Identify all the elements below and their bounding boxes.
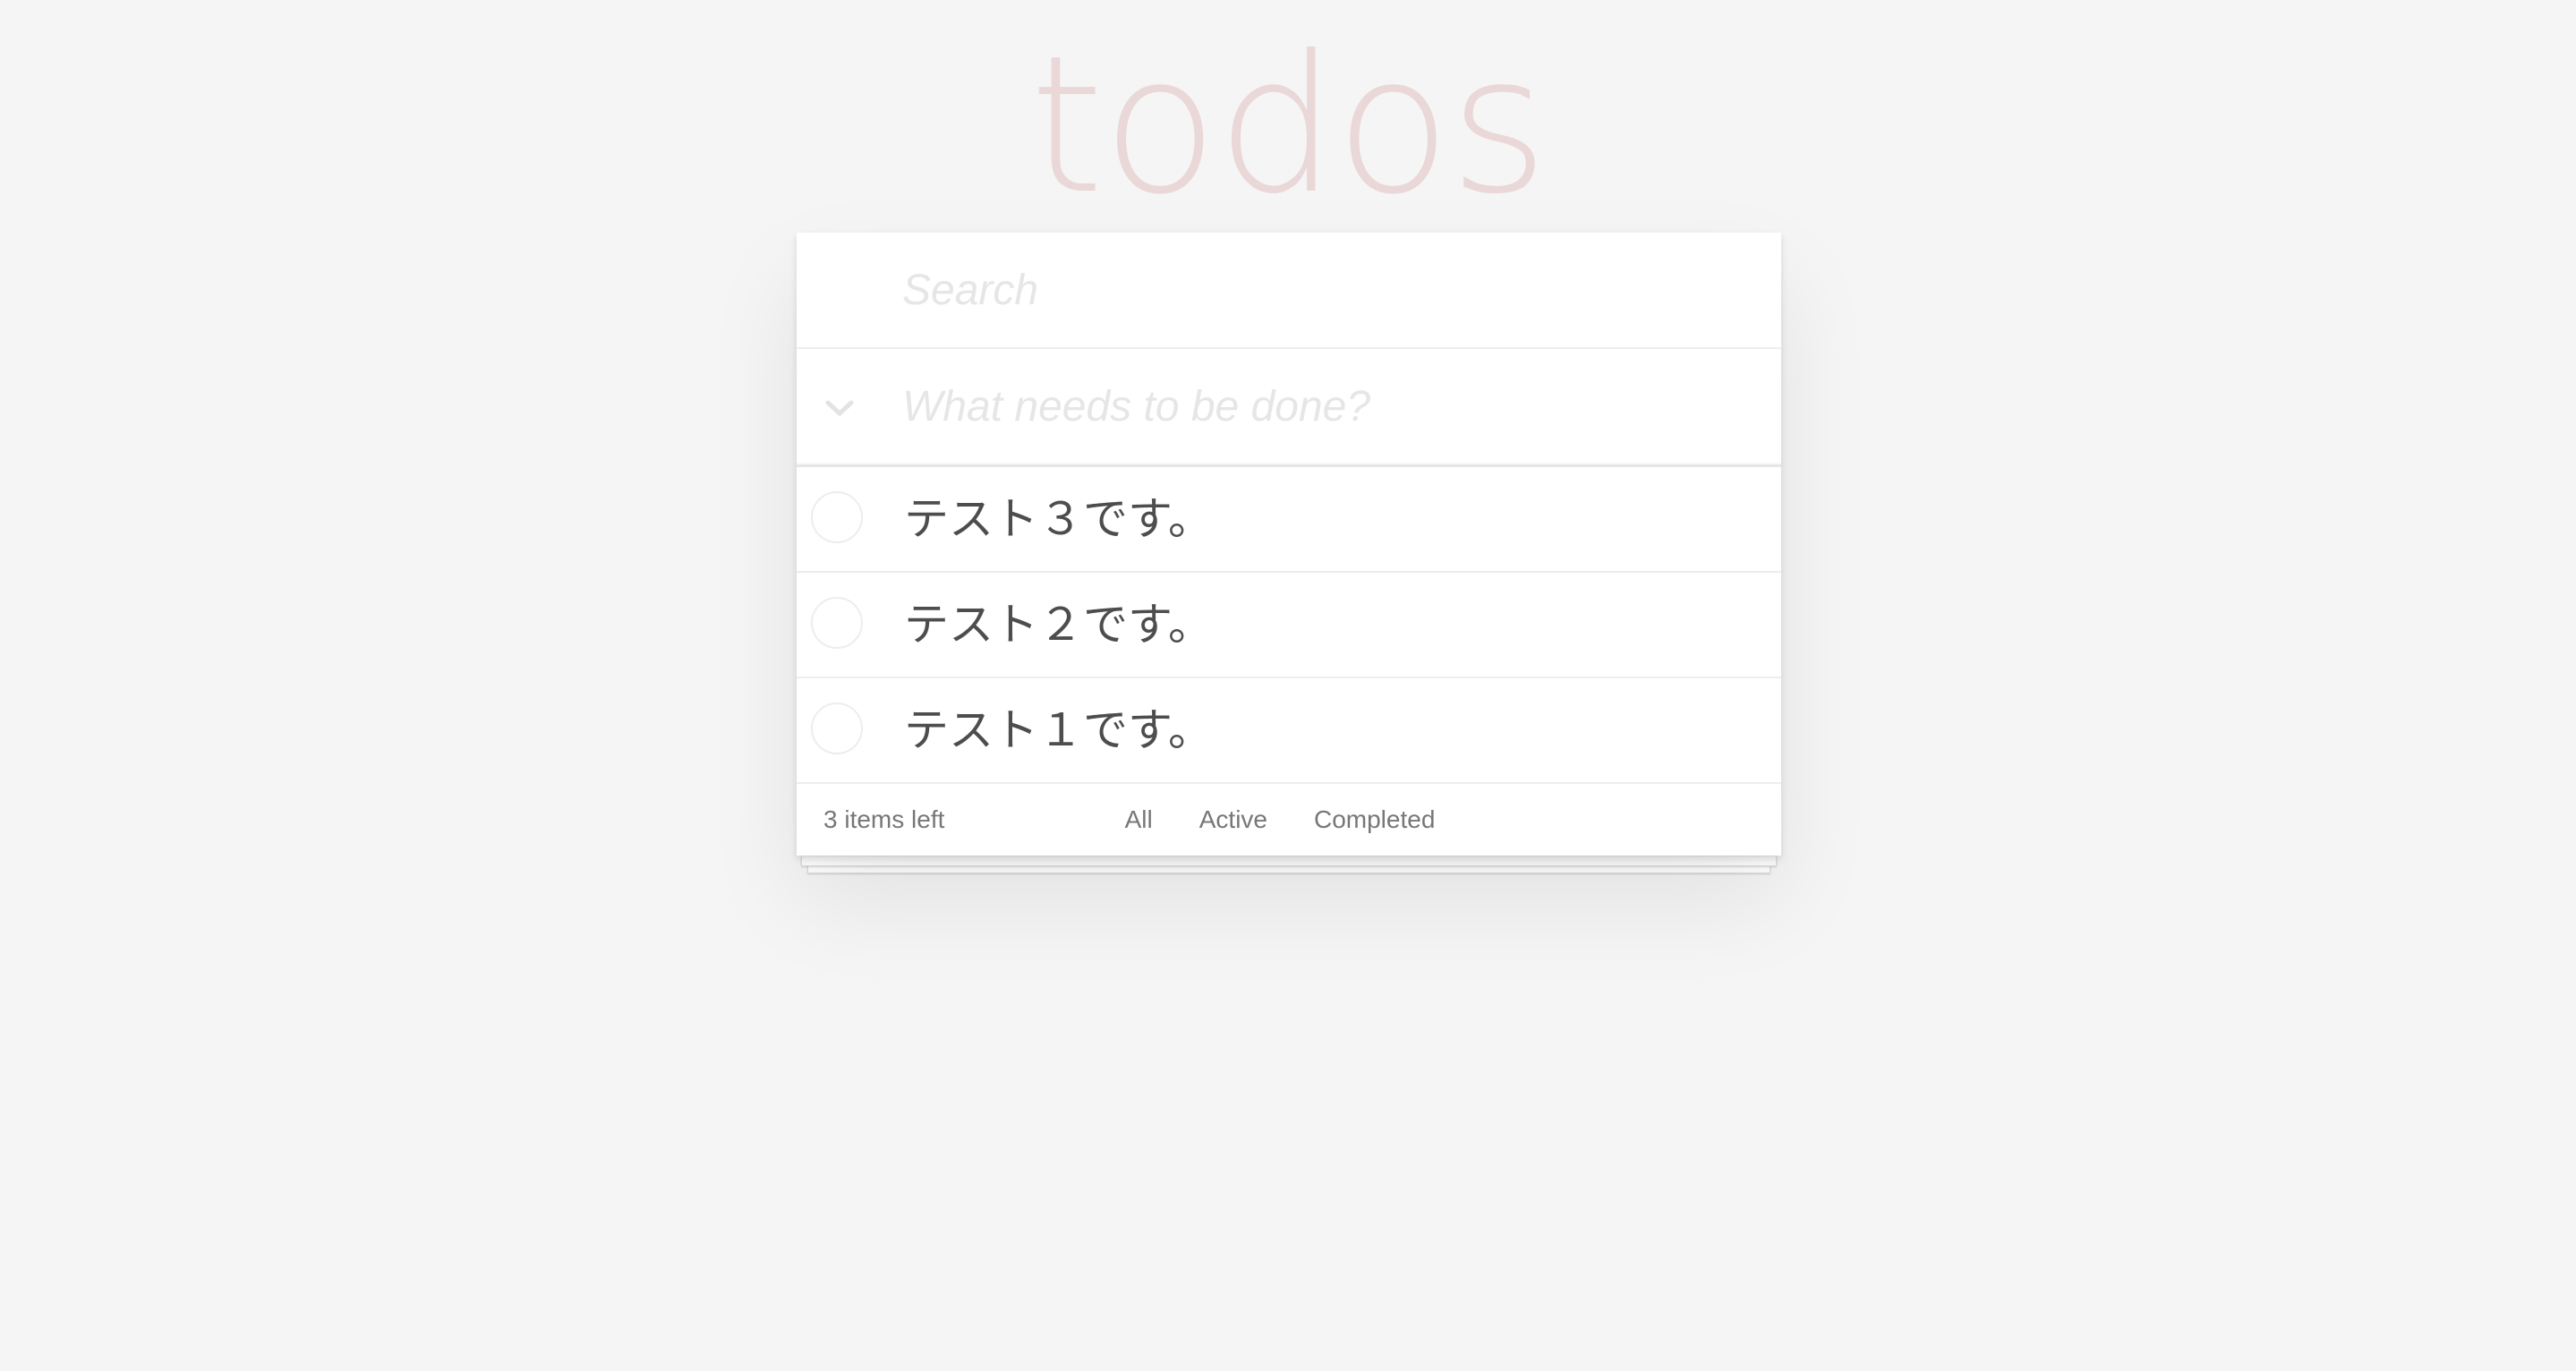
filter-active-link[interactable]: Active <box>1185 799 1282 840</box>
todo-checkbox[interactable] <box>811 703 863 754</box>
filter-bar: All Active Completed <box>1029 784 1531 856</box>
app-title: todos <box>1029 14 1548 235</box>
items-left-count: 3 items left <box>823 805 945 833</box>
filter-all-link[interactable]: All <box>1111 799 1167 840</box>
todo-label[interactable]: テスト２です。 <box>904 573 1213 677</box>
search-input[interactable] <box>902 233 1761 347</box>
todo-list: テスト３です。 テスト２です。 テスト１です。 <box>797 467 1781 784</box>
todo-footer: 3 items left All Active Completed <box>797 784 1781 856</box>
todo-label[interactable]: テスト３です。 <box>904 467 1213 571</box>
new-todo-input[interactable] <box>902 349 1761 464</box>
todo-checkbox[interactable] <box>811 491 863 543</box>
todo-checkbox[interactable] <box>811 597 863 649</box>
new-todo-row <box>797 349 1781 467</box>
filter-completed-link[interactable]: Completed <box>1300 799 1449 840</box>
chevron-down-icon <box>825 400 854 416</box>
stack-shadow-sheet-1 <box>801 856 1777 866</box>
todo-label[interactable]: テスト１です。 <box>904 678 1213 782</box>
todo-app-card: テスト３です。 テスト２です。 テスト１です。 3 items left All… <box>797 233 1781 856</box>
todo-item: テスト１です。 <box>797 678 1781 784</box>
todo-item: テスト３です。 <box>797 467 1781 573</box>
search-row <box>797 233 1781 349</box>
toggle-all-button[interactable] <box>816 385 863 431</box>
todo-item: テスト２です。 <box>797 573 1781 678</box>
